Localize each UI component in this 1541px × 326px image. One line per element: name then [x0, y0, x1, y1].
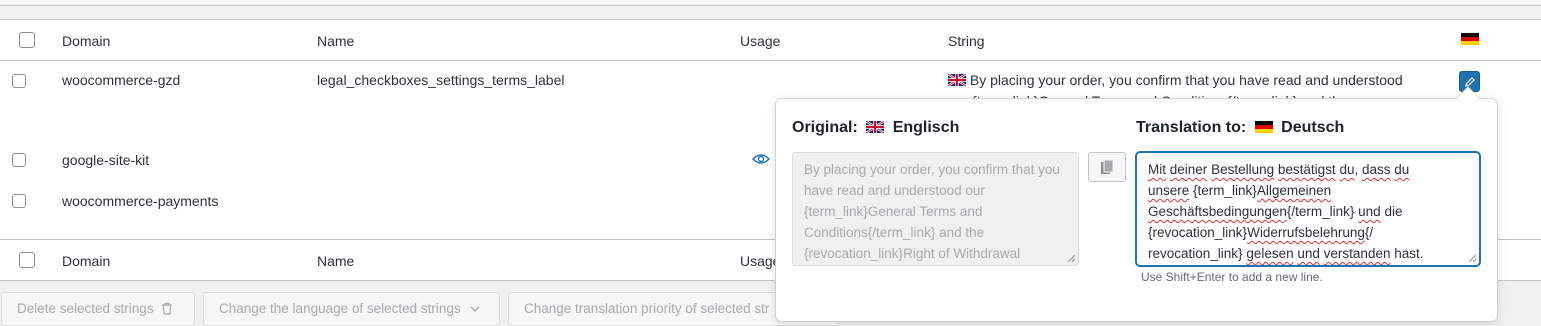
row-name: legal_checkboxes_settings_terms_label: [317, 72, 565, 88]
translation-line: Geschäftsbedingungen{/term_link} und die: [1148, 204, 1403, 219]
translation-popover: Original: Englisch Translation to: Deuts…: [776, 87, 1497, 321]
row-string-text: By placing your order, you confirm that …: [969, 72, 1403, 88]
row-checkbox[interactable]: [12, 153, 26, 167]
select-all-checkbox-footer[interactable]: [19, 252, 35, 268]
translation-textarea[interactable]: Mit deiner Bestellung bestätigst du, das…: [1136, 152, 1480, 266]
row-domain: woocommerce-gzd: [62, 72, 181, 88]
column-domain-footer[interactable]: Domain: [62, 253, 110, 269]
row-checkbox[interactable]: [12, 194, 26, 208]
trash-icon: [162, 302, 173, 315]
chevron-down-icon: [470, 306, 480, 312]
row-domain: google-site-kit: [62, 152, 150, 168]
translation-language: Deutsch: [1281, 119, 1345, 136]
german-flag-icon: [1254, 121, 1273, 133]
select-all-checkbox[interactable]: [19, 32, 35, 48]
translation-line: unsere {term_link}Allgemeinen: [1148, 183, 1332, 198]
change-language-label: Change the language of selected strings: [219, 301, 461, 316]
translation-label: Translation to:: [1136, 119, 1247, 136]
column-usage: Usage: [740, 33, 781, 49]
copy-original-button[interactable]: [1088, 152, 1126, 182]
original-heading: Original: Englisch: [792, 119, 959, 137]
resize-handle-icon[interactable]: [1467, 253, 1477, 263]
table-header: Domain Name Usage String: [0, 20, 1541, 61]
original-text-field: By placing your order, you confirm that …: [792, 152, 1079, 266]
column-usage-footer: Usage: [740, 253, 781, 269]
original-language: Englisch: [892, 119, 960, 136]
original-label: Original:: [792, 119, 858, 136]
translation-line: revocation_link} gelesen und verstanden …: [1148, 246, 1424, 261]
eye-icon[interactable]: [752, 152, 770, 166]
translation-heading: Translation to: Deutsch: [1136, 119, 1344, 137]
shift-enter-hint: Use Shift+Enter to add a new line.: [1141, 270, 1323, 284]
original-text: By placing your order, you confirm that …: [804, 162, 1060, 261]
translation-line: {revocation_link}Widerrufsbelehrung{/: [1148, 225, 1374, 240]
resize-handle-icon[interactable]: [1066, 253, 1076, 263]
row-domain: woocommerce-payments: [62, 193, 219, 209]
uk-flag-icon: [948, 74, 966, 86]
translation-line: Mit deiner Bestellung bestätigst du, das…: [1148, 162, 1410, 177]
uk-flag-icon: [866, 121, 885, 133]
column-name[interactable]: Name: [317, 33, 354, 49]
top-strip: [0, 0, 1541, 6]
column-string: String: [948, 33, 985, 49]
delete-selected-label: Delete selected strings: [17, 301, 154, 316]
change-priority-label: Change translation priority of selected …: [524, 301, 770, 316]
row-string: By placing your order, you confirm that …: [948, 72, 1403, 88]
column-domain[interactable]: Domain: [62, 33, 110, 49]
change-language-dropdown[interactable]: Change the language of selected strings: [203, 292, 500, 326]
column-name-footer[interactable]: Name: [317, 253, 354, 269]
delete-selected-button[interactable]: Delete selected strings: [1, 292, 195, 326]
german-flag-icon: [1461, 33, 1479, 45]
row-checkbox[interactable]: [12, 74, 26, 88]
copy-icon: [1101, 159, 1114, 174]
pencil-icon: [1464, 76, 1475, 87]
